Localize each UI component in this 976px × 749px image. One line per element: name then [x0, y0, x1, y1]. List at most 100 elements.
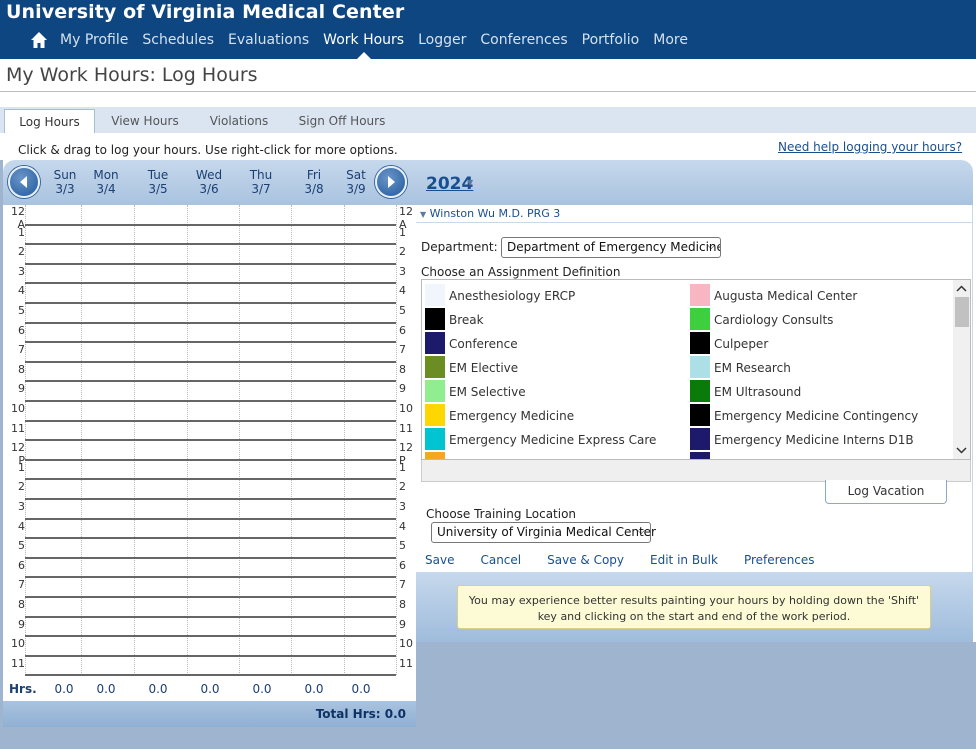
scroll-up-icon[interactable] [953, 282, 970, 296]
hour-label: 8 [399, 362, 406, 376]
hour-row[interactable]: 33 [3, 264, 416, 284]
action-links: Save Cancel Save & Copy Edit in Bulk Pre… [425, 553, 841, 567]
hour-label: 10 [399, 637, 413, 651]
next-week-button[interactable] [375, 166, 407, 198]
hour-row[interactable]: 11 11 [3, 421, 416, 441]
hour-row[interactable]: 66 [3, 323, 416, 343]
hour-label: 6 [399, 558, 406, 572]
hour-row[interactable]: 66 [3, 558, 416, 578]
hour-row[interactable]: 11 11 [3, 656, 416, 676]
hour-label: 6 [18, 323, 25, 337]
save-button[interactable]: Save [425, 553, 454, 567]
hour-row[interactable]: 44 [3, 519, 416, 539]
hour-label: 8 [399, 598, 406, 611]
scroll-down-icon[interactable] [953, 443, 970, 457]
edit-bulk-button[interactable]: Edit in Bulk [650, 553, 718, 567]
hour-row[interactable]: 10 10 [3, 636, 416, 656]
hour-row[interactable]: 10 10 [3, 401, 416, 421]
chevron-down-icon: ▼ [420, 210, 427, 219]
hrs-label: Hrs. [9, 682, 37, 696]
assignment-list-footer [421, 460, 971, 482]
nav-my-profile[interactable]: My Profile [60, 32, 128, 48]
tab-violations[interactable]: Violations [195, 109, 283, 133]
chevron-down-icon: ⌵ [707, 241, 715, 252]
assignment-name: Break [449, 313, 484, 327]
resident-selector[interactable]: ▼ Winston Wu M.D. PRG 3 [420, 207, 560, 220]
color-swatch [690, 284, 710, 306]
hour-row[interactable]: 99 [3, 381, 416, 401]
assignment-name: Culpeper [714, 337, 769, 351]
hour-row[interactable]: 55 [3, 538, 416, 558]
page-title: My Work Hours: Log Hours [6, 64, 258, 86]
hour-row[interactable]: 11 [3, 225, 416, 245]
hour-label: 5 [18, 304, 25, 317]
day-total: 0.0 [304, 682, 324, 696]
hour-divider [25, 380, 396, 383]
hour-row[interactable]: 99 [3, 617, 416, 637]
hour-label: 9 [18, 617, 25, 631]
color-swatch [690, 452, 710, 459]
hour-label: 11 [11, 656, 25, 670]
hour-label: 1 [399, 225, 406, 239]
hour-row[interactable]: 55 [3, 303, 416, 323]
hour-row[interactable]: 12 A 12 A [3, 205, 416, 231]
hour-divider [25, 439, 396, 442]
hour-row[interactable]: 77 [3, 342, 416, 362]
day-header-sun: Sun 3/3 [53, 168, 77, 196]
hour-label: 1 [399, 460, 406, 474]
assignment-name: EM Selective [449, 385, 526, 399]
hour-label: 11 [399, 656, 413, 670]
preferences-button[interactable]: Preferences [744, 553, 815, 567]
hour-row[interactable]: 33 [3, 499, 416, 519]
nav-work-hours[interactable]: Work Hours [323, 32, 404, 59]
scrollbar-thumb[interactable] [955, 297, 969, 327]
save-copy-button[interactable]: Save & Copy [547, 553, 624, 567]
training-location-select[interactable]: University of Virginia Medical Center ⌵ [431, 522, 656, 543]
nav-logger[interactable]: Logger [418, 32, 466, 48]
hour-row[interactable]: 11 [3, 460, 416, 480]
nav-evaluations[interactable]: Evaluations [228, 32, 309, 48]
nav-more[interactable]: More [653, 32, 688, 48]
day-total: 0.0 [351, 682, 371, 696]
tab-sign-off-hours[interactable]: Sign Off Hours [288, 109, 396, 133]
hour-divider [25, 243, 396, 246]
nav-schedules[interactable]: Schedules [142, 32, 214, 48]
resident-name: Winston Wu M.D. PRG 3 [429, 207, 561, 220]
assignment-name: Cardiology Consults [714, 313, 834, 327]
hour-divider [25, 517, 396, 520]
hour-row[interactable]: 44 [3, 283, 416, 303]
previous-week-button[interactable] [8, 166, 40, 198]
help-link[interactable]: Need help logging your hours? [778, 140, 962, 154]
hour-row[interactable]: 88 [3, 362, 416, 382]
hour-label: 1 [18, 460, 25, 474]
day-header-tue: Tue 3/5 [147, 168, 169, 196]
hour-divider [25, 341, 396, 344]
day-total: 0.0 [148, 682, 168, 696]
tab-log-hours[interactable]: Log Hours [4, 109, 95, 133]
day-total: 0.0 [96, 682, 116, 696]
cancel-button[interactable]: Cancel [480, 553, 521, 567]
hour-row[interactable]: 77 [3, 577, 416, 597]
hour-divider [25, 654, 396, 657]
hour-row[interactable]: 22 [3, 479, 416, 499]
nav-portfolio[interactable]: Portfolio [582, 32, 640, 48]
hour-label: 7 [399, 578, 406, 592]
week-calendar: Sun 3/3 Mon 3/4 Tue 3/5 Wed 3/6 Thu 3/7 Fri 3/… [3, 160, 416, 727]
nav-conferences[interactable]: Conferences [480, 32, 567, 48]
hour-divider [25, 478, 396, 481]
assignment-list[interactable]: Anesthesiology ERCP Augusta Medical Cente… [421, 279, 971, 460]
hour-label: 10 [11, 402, 25, 415]
hour-row[interactable]: 88 [3, 597, 416, 617]
tab-view-hours[interactable]: View Hours [100, 109, 190, 133]
log-vacation-button[interactable]: Log Vacation [825, 480, 947, 504]
color-swatch [425, 452, 445, 459]
home-icon[interactable] [30, 31, 48, 49]
chevron-down-icon[interactable]: ▼ [467, 178, 473, 187]
hour-grid[interactable]: 12 A 12 A 1 1 2 2 3 3 4 4 5 5 6 6 7 7 8 8 9 9 10 10 11 11 12 P 12… [3, 205, 416, 677]
hour-label: 5 [399, 304, 406, 317]
department-select[interactable]: Department of Emergency Medicine ⌵ [501, 237, 721, 258]
hour-label: 4 [399, 284, 406, 298]
hour-row[interactable]: 12 P 12 P [3, 440, 416, 467]
hour-label: 11 [11, 421, 25, 435]
hour-row[interactable]: 22 [3, 244, 416, 264]
